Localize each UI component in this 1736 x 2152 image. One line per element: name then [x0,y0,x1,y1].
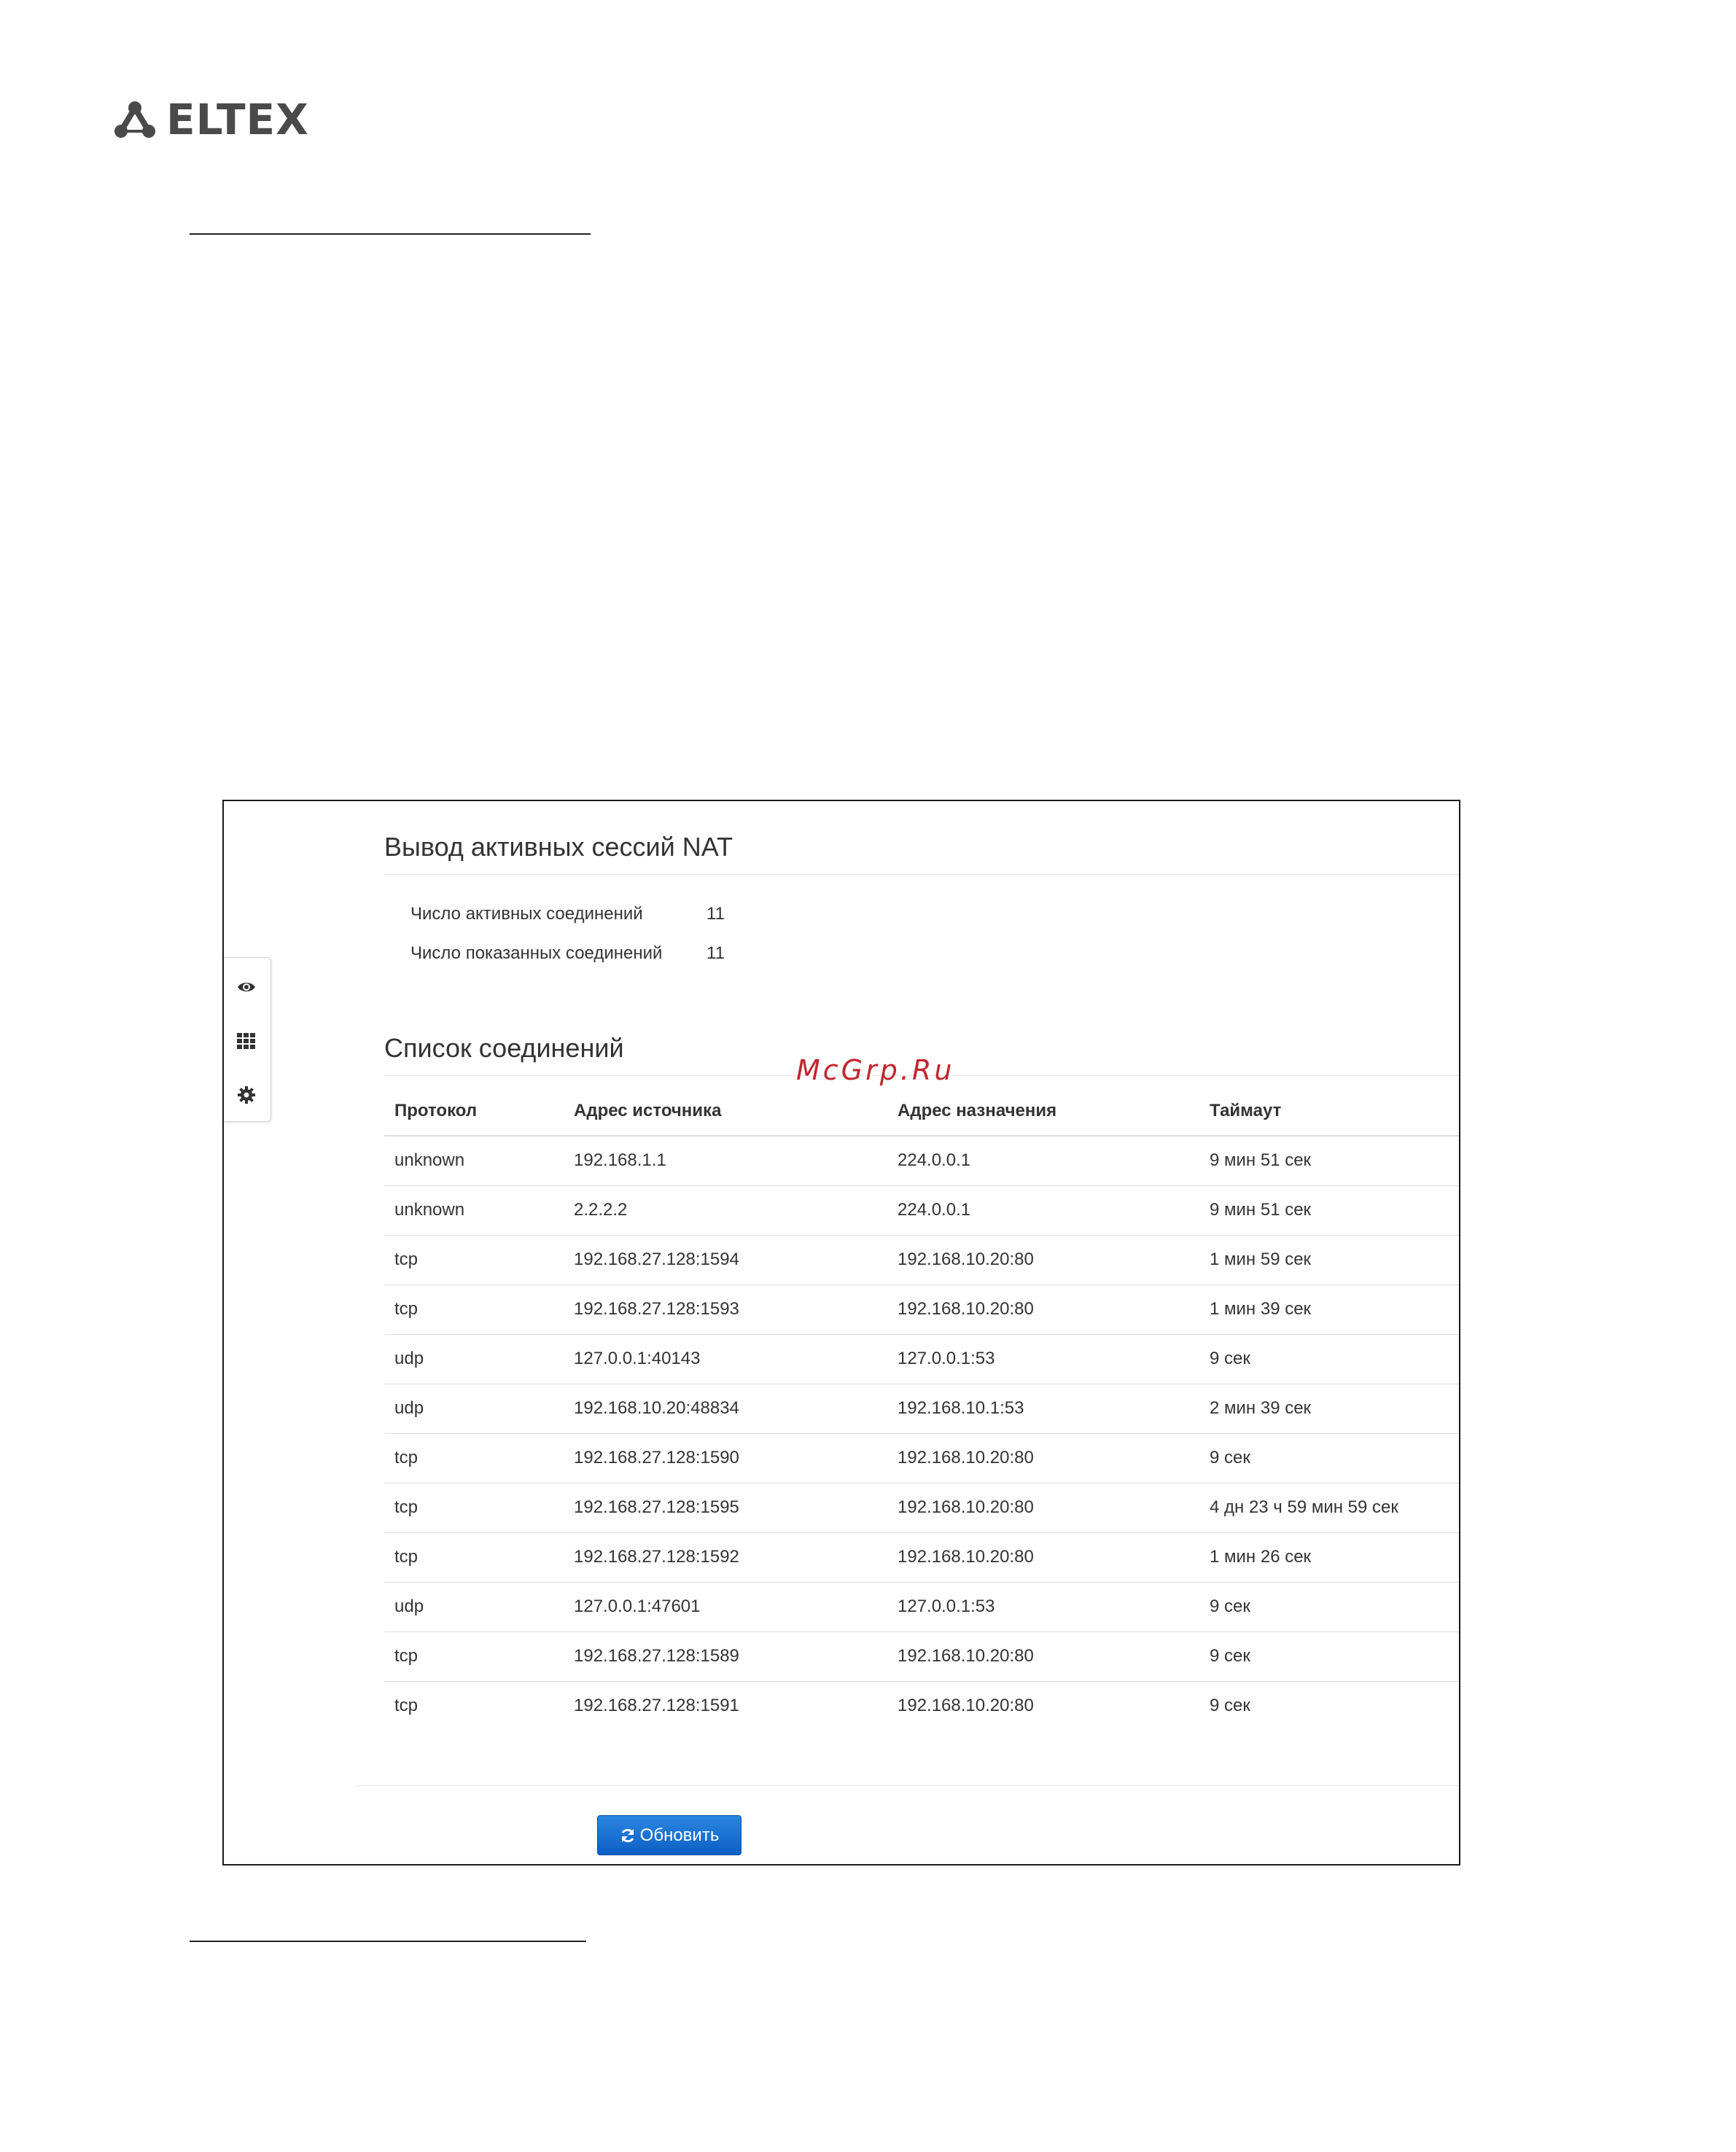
source-cell: 192.168.27.128:1591 [574,1696,739,1716]
source-cell: 192.168.27.128:1592 [564,1532,887,1583]
destination-cell: 224.0.0.1 [887,1185,1199,1236]
protocol-cell: tcp [384,1483,564,1533]
monitoring-button[interactable] [224,965,269,1009]
table-row: tcp 192.168.27.128:1591 192.168.10.20:80… [384,1681,1459,1731]
stat-label: Число показанных соединений [410,943,663,963]
destination-cell: 192.168.10.20:80 [887,1532,1199,1583]
source-cell: 192.168.27.128:1590 [564,1433,887,1484]
protocol-cell: udp [384,1384,564,1434]
refresh-button[interactable]: Обновить [597,1815,742,1855]
table-row: tcp 192.168.27.128:1593 192.168.10.20:80… [384,1284,1459,1335]
source-cell: 192.168.1.1 [564,1136,887,1186]
protocol-cell: unknown [384,1136,564,1186]
column-header-source: Адрес источника [564,1087,887,1137]
timeout-cell: 9 мин 51 сек [1199,1185,1459,1236]
timeout-cell: 1 мин 39 сек [1199,1284,1459,1335]
eltex-logo: ELTEX [114,95,309,144]
timeout-cell: 9 сек [1199,1334,1459,1384]
table-row: udp 192.168.10.20:48834 192.168.10.1:53 … [384,1384,1459,1434]
timeout-cell: 9 сек [1199,1631,1459,1682]
column-header-protocol: Протокол [384,1087,564,1137]
shown-connections-stat: Число показанных соединений 11 [410,943,725,964]
source-cell: 127.0.0.1:47601 [564,1582,887,1632]
screenshot-frame: Вывод активных сессий NAT Число активных… [222,800,1460,1866]
document-page: ELTEX Вывод активных сессий NAT Число ак… [0,0,1736,2152]
logo-mark-icon [114,101,155,138]
settings-button[interactable] [224,1073,269,1117]
title-divider [384,874,1459,875]
nat-sessions-panel: Вывод активных сессий NAT Число активных… [357,801,1459,1864]
refresh-label: Обновить [639,1825,720,1845]
column-header-timeout: Таймаут [1199,1087,1459,1137]
table-row: udp 127.0.0.1:40143 127.0.0.1:53 9 сек [384,1334,1459,1384]
source-cell: 2.2.2.2 [564,1185,887,1236]
refresh-icon [621,1828,634,1842]
column-header-destination: Адрес назначения [887,1087,1199,1137]
destination-cell: 192.168.10.20:80 [898,1696,1034,1716]
source-cell: 192.168.27.128:1589 [564,1631,887,1682]
table-row: udp 127.0.0.1:47601 127.0.0.1:53 9 сек [384,1582,1459,1632]
destination-cell: 192.168.10.20:80 [887,1284,1199,1335]
stat-value: 11 [707,904,725,924]
source-cell: 192.168.27.128:1595 [564,1483,887,1533]
protocol-cell: tcp [394,1696,419,1716]
grid-icon [237,1033,255,1049]
timeout-cell: 9 сек [1210,1696,1250,1716]
logo-text: ELTEX [166,95,309,144]
timeout-cell: 9 сек [1199,1433,1459,1484]
protocol-cell: tcp [384,1433,564,1484]
timeout-cell: 9 сек [1199,1582,1459,1632]
protocol-cell: tcp [384,1532,564,1583]
side-toolbar [224,957,271,1122]
table-row: tcp 192.168.27.128:1592 192.168.10.20:80… [384,1532,1459,1583]
protocol-cell: tcp [384,1284,564,1335]
timeout-cell: 9 мин 51 сек [1199,1136,1459,1186]
destination-cell: 192.168.10.20:80 [887,1433,1199,1484]
watermark-text: McGrp.Ru [796,1054,955,1086]
timeout-cell: 4 дн 23 ч 59 мин 59 сек [1199,1483,1459,1533]
destination-cell: 224.0.0.1 [887,1136,1199,1186]
protocol-cell: tcp [384,1631,564,1682]
timeout-cell: 1 мин 26 сек [1199,1532,1459,1583]
destination-cell: 192.168.10.1:53 [887,1384,1199,1434]
destination-cell: 192.168.10.20:80 [887,1631,1199,1682]
source-cell: 127.0.0.1:40143 [564,1334,887,1384]
table-row: tcp 192.168.27.128:1594 192.168.10.20:80… [384,1235,1459,1285]
destination-cell: 192.168.10.20:80 [887,1235,1199,1285]
protocol-cell: unknown [384,1185,564,1236]
header-rule [190,233,591,235]
nat-sessions-title: Вывод активных сессий NAT [384,832,733,862]
connections-table: Протокол Адрес источника Адрес назначени… [384,1087,1459,1731]
table-row: unknown 192.168.1.1 224.0.0.1 9 мин 51 с… [384,1136,1459,1186]
destination-cell: 127.0.0.1:53 [887,1334,1199,1384]
active-connections-stat: Число активных соединений 11 [410,904,725,924]
protocol-cell: udp [384,1334,564,1384]
table-header-row: Протокол Адрес источника Адрес назначени… [384,1087,1459,1137]
destination-cell: 127.0.0.1:53 [887,1582,1199,1632]
destination-cell: 192.168.10.20:80 [887,1483,1199,1533]
footer-divider [357,1785,1459,1786]
source-cell: 192.168.10.20:48834 [564,1384,887,1434]
table-row: unknown 2.2.2.2 224.0.0.1 9 мин 51 сек [384,1185,1459,1236]
protocol-cell: udp [384,1582,564,1632]
source-cell: 192.168.27.128:1594 [564,1235,887,1285]
table-row: tcp 192.168.27.128:1590 192.168.10.20:80… [384,1433,1459,1484]
configuration-button[interactable] [224,1019,269,1063]
timeout-cell: 2 мин 39 сек [1199,1384,1459,1434]
protocol-cell: tcp [384,1235,564,1285]
connections-title: Список соединений [384,1033,624,1063]
footer-rule [190,1941,586,1942]
stat-label: Число активных соединений [410,904,643,924]
table-row: tcp 192.168.27.128:1589 192.168.10.20:80… [384,1631,1459,1682]
table-row: tcp 192.168.27.128:1595 192.168.10.20:80… [384,1483,1459,1533]
source-cell: 192.168.27.128:1593 [564,1284,887,1335]
eye-icon [238,983,255,991]
gear-icon [238,1086,255,1104]
stat-value: 11 [707,943,725,963]
timeout-cell: 1 мин 59 сек [1199,1235,1459,1285]
